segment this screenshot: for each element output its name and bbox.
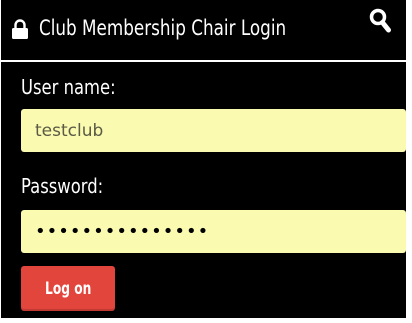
username-field[interactable] (21, 109, 406, 152)
panel-title: Club Membership Chair Login (39, 16, 287, 40)
login-form: User name: Password: Log on (1, 62, 406, 318)
search-icon[interactable] (369, 8, 391, 34)
password-label: Password: (21, 174, 104, 198)
log-on-label: Log on (44, 278, 92, 299)
log-on-button[interactable]: Log on (21, 266, 115, 311)
panel-header: Club Membership Chair Login (1, 0, 406, 60)
login-panel: Club Membership Chair Login User name: P… (0, 0, 412, 323)
lock-icon (12, 19, 28, 39)
password-field[interactable] (21, 210, 406, 253)
username-label: User name: (21, 75, 116, 99)
